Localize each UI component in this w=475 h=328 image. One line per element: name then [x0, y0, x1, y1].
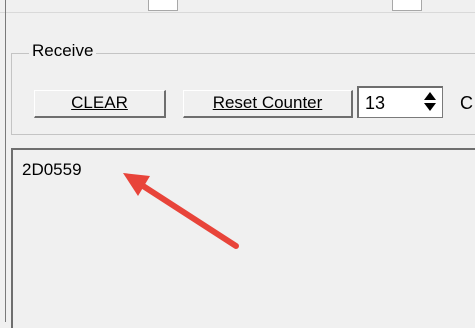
counter-spinbox[interactable]: 13 — [357, 86, 443, 118]
partial-field[interactable] — [392, 0, 422, 11]
spin-down-icon[interactable] — [424, 103, 436, 111]
spin-up-icon[interactable] — [424, 92, 436, 100]
receive-group-title: Receive — [29, 41, 97, 61]
spin-arrows[interactable] — [421, 90, 439, 114]
window-left-edge — [5, 0, 6, 322]
clear-button-label: CLEAR — [71, 93, 128, 112]
top-control-strip — [0, 0, 475, 13]
reset-counter-button-label: Reset Counter — [212, 93, 323, 112]
partial-field[interactable] — [148, 0, 178, 11]
reset-counter-button[interactable]: Reset Counter — [183, 90, 353, 118]
truncated-label: C — [460, 93, 473, 113]
received-data-text: 2D0559 — [22, 160, 82, 179]
clear-button[interactable]: CLEAR — [34, 90, 166, 118]
counter-value[interactable]: 13 — [365, 92, 385, 114]
